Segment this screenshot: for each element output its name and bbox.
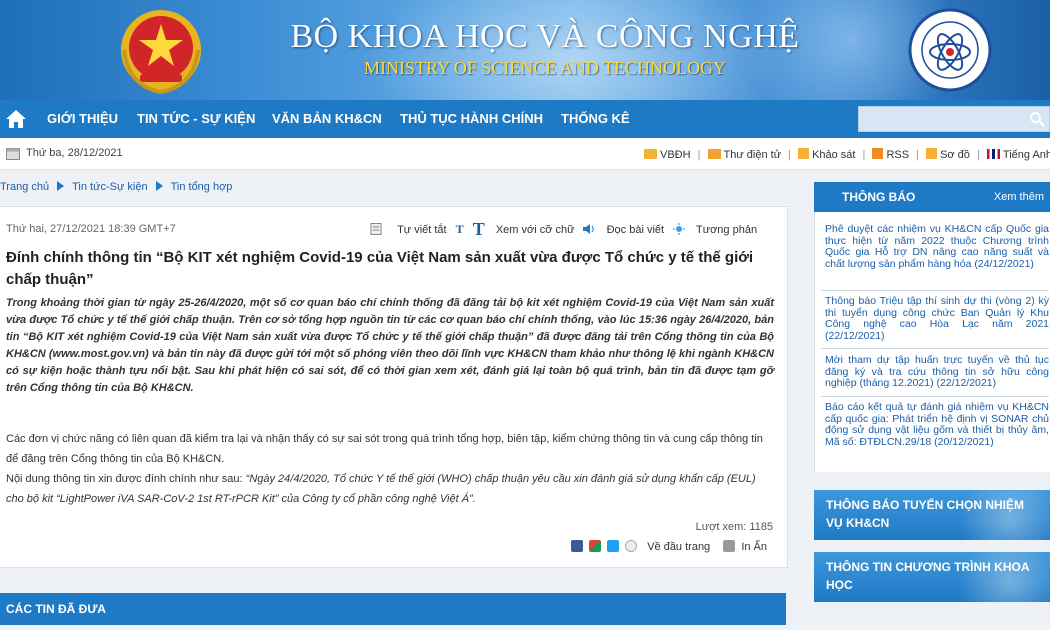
util-link-sitemap[interactable]: Sơ đồ (940, 149, 970, 161)
view-large-font-button[interactable]: Xem với cỡ chữ (496, 224, 575, 236)
mail-icon (707, 149, 721, 159)
site-title: BỘ KHOA HỌC VÀ CÔNG NGHỆ (290, 18, 800, 55)
breadcrumb-news[interactable]: Tin tức-Sự kiện (72, 181, 147, 193)
notice-item[interactable]: Báo cáo kết quả tự đánh giá nhiệm vụ KH&… (825, 401, 1049, 448)
article-title: Đính chính thông tin “Bộ KIT xét nghiệm … (6, 249, 754, 288)
search-icon[interactable] (1029, 111, 1045, 127)
text-larger-button[interactable]: T (473, 219, 485, 239)
utility-bar: Thứ ba, 28/12/2021 VBĐH | Thư điện tử | … (0, 138, 1050, 170)
back-to-top-link[interactable]: Về đầu trang (647, 541, 710, 553)
article-paragraph-1: Các đơn vị chức năng có liên quan đã kiể… (6, 433, 763, 465)
article: Thứ hai, 27/12/2021 18:39 GMT+7 Tự viết … (0, 206, 788, 568)
notice-item[interactable]: Thông báo Triệu tập thí sinh dự thi (vòn… (825, 295, 1049, 342)
chevron-right-icon (57, 181, 65, 191)
nav-item-thong-ke[interactable]: THỐNG KÊ (561, 100, 630, 138)
facebook-icon[interactable] (570, 540, 583, 552)
folder-icon (644, 149, 657, 159)
rss-icon (872, 148, 884, 159)
breadcrumb: Trang chủ Tin tức-Sự kiện Tin tổng hợp (0, 181, 232, 193)
header-banner: BỘ KHOA HỌC VÀ CÔNG NGHỆ MINISTRY OF SCI… (0, 0, 1050, 100)
breadcrumb-home[interactable]: Trang chủ (0, 181, 49, 193)
breadcrumb-summary[interactable]: Tin tổng hợp (171, 181, 233, 193)
notice-more-link[interactable]: Xem thêm (994, 182, 1044, 212)
util-link-survey[interactable]: Khảo sát (812, 149, 855, 161)
twitter-icon[interactable] (607, 540, 620, 552)
util-link-vbdh[interactable]: VBĐH (660, 149, 691, 161)
notice-date: (22/12/2021) (825, 329, 885, 342)
article-lead: Trong khoảng thời gian từ ngày 25-26/4/2… (6, 297, 774, 394)
nav-item-gioi-thieu[interactable]: GIỚI THIỆU (47, 100, 118, 138)
notice-date: (24/12/2021) (974, 257, 1034, 270)
nav-item-van-ban[interactable]: VĂN BẢN KH&CN (272, 100, 382, 138)
search-input[interactable] (859, 107, 1024, 131)
speaker-icon[interactable] (582, 223, 596, 235)
ministry-logo-icon (908, 8, 992, 92)
printer-icon[interactable] (723, 540, 736, 552)
article-paragraph-2: Nội dung thông tin xin được đính chính n… (6, 469, 774, 509)
site-subtitle: MINISTRY OF SCIENCE AND TECHNOLOGY (363, 58, 727, 78)
view-count: Lượt xem: 1185 (695, 521, 773, 533)
divider (821, 348, 1049, 349)
auto-size-toggle[interactable]: Tự viết tắt (397, 224, 447, 236)
nav-item-tin-tuc[interactable]: TIN TỨC - SỰ KIỆN (137, 100, 255, 138)
home-icon[interactable] (4, 108, 28, 130)
article-toolbar: Tự viết tắt T T Xem với cỡ chữ Đọc bài v… (370, 219, 757, 240)
article-date: Thứ hai, 27/12/2021 18:39 GMT+7 (6, 223, 176, 235)
notice-date: (22/12/2021) (936, 377, 997, 389)
text-smaller-button[interactable]: T (456, 222, 464, 236)
previous-news-header: CÁC TIN ĐÃ ĐƯA (0, 593, 786, 625)
divider (821, 396, 1049, 397)
chevron-right-icon (155, 181, 163, 191)
utility-links: VBĐH | Thư điện tử | Khảo sát | RSS | Sơ… (644, 148, 1050, 161)
call-for-proposals-button[interactable]: THÔNG BÁO TUYỂN CHỌN NHIỆM VỤ KH&CN (814, 490, 1050, 540)
document-icon (370, 223, 382, 235)
comment-icon[interactable] (625, 540, 638, 552)
notice-item[interactable]: Mời tham dự tập huấn trực tuyến về thủ t… (825, 354, 1049, 390)
util-link-email[interactable]: Thư điện tử (724, 149, 782, 161)
notice-date: (20/12/2021) (934, 435, 994, 448)
print-link[interactable]: In Ấn (741, 541, 767, 553)
current-date: Thứ ba, 28/12/2021 (26, 147, 123, 159)
notice-text[interactable]: Thông báo Triệu tập thí sinh dự thi (vòn… (825, 295, 1049, 330)
article-actions: Về đầu trang In Ấn (570, 540, 767, 553)
sitemap-icon (926, 148, 938, 159)
uk-flag-icon (986, 149, 1000, 159)
notice-item[interactable]: Phê duyệt các nhiệm vụ KH&CN cấp Quốc gi… (825, 223, 1049, 270)
util-link-rss[interactable]: RSS (886, 149, 909, 161)
nav-item-thu-tuc[interactable]: THỦ TỤC HÀNH CHÍNH (400, 100, 543, 138)
notice-header: THÔNG BÁO Xem thêm (814, 182, 1050, 212)
science-program-button[interactable]: THÔNG TIN CHƯƠNG TRÌNH KHOA HỌC (814, 552, 1050, 602)
google-icon[interactable] (589, 540, 601, 552)
search-box (858, 106, 1050, 132)
notice-title: THÔNG BÁO (842, 190, 916, 204)
calendar-icon (6, 148, 20, 160)
notice-list: Phê duyệt các nhiệm vụ KH&CN cấp Quốc gi… (814, 212, 1050, 472)
read-article-button[interactable]: Đọc bài viết (607, 224, 664, 236)
util-link-english[interactable]: Tiếng Anh (1003, 149, 1050, 161)
contrast-button[interactable]: Tương phản (696, 224, 757, 236)
contrast-sun-icon[interactable] (673, 223, 686, 235)
checkbox-icon (798, 148, 810, 159)
paragraph-2-prefix: Nội dung thông tin xin được đính chính n… (6, 473, 246, 485)
divider (821, 290, 1049, 291)
